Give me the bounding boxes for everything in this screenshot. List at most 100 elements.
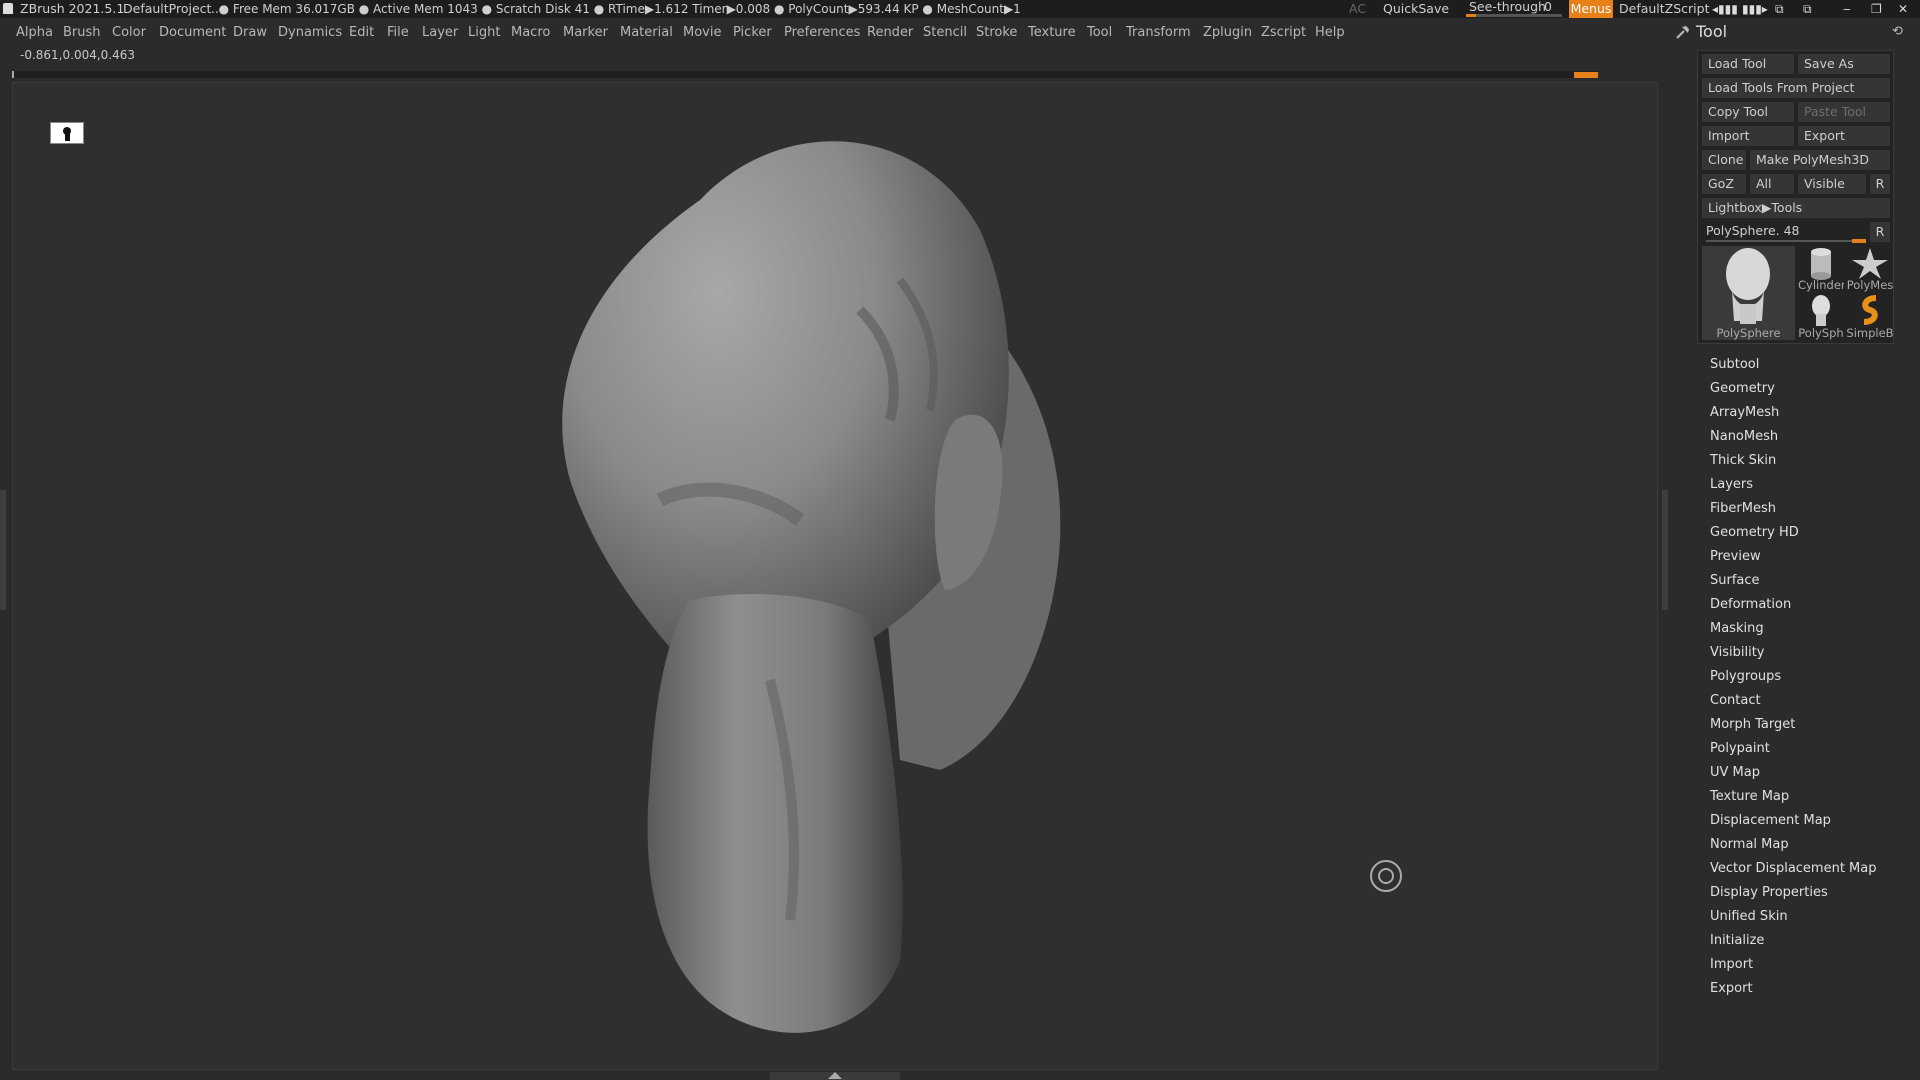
goz-visible-button[interactable]: Visible <box>1798 174 1866 194</box>
palette-close-icon[interactable]: ⟲ <box>1892 24 1906 39</box>
window-arrange-icon[interactable]: ⧉ <box>1775 0 1784 18</box>
subpalette-texture-map[interactable]: Texture Map <box>1710 787 1910 811</box>
polysph-small-thumbnail[interactable]: PolySph <box>1798 294 1844 340</box>
menu-stencil[interactable]: Stencil <box>923 22 967 44</box>
subpalette-initialize[interactable]: Initialize <box>1710 931 1910 955</box>
menu-preferences[interactable]: Preferences <box>784 22 860 44</box>
zscript-name[interactable]: DefaultZScript <box>1619 0 1710 18</box>
left-tray-handle[interactable] <box>0 490 6 610</box>
polysph-small-caption: PolySph <box>1798 326 1844 340</box>
subpalette-import[interactable]: Import <box>1710 955 1910 979</box>
menu-light[interactable]: Light <box>468 22 500 44</box>
menu-brush[interactable]: Brush <box>63 22 101 44</box>
subpalette-thick-skin[interactable]: Thick Skin <box>1710 451 1910 475</box>
see-through-track <box>1466 14 1562 17</box>
subpalette-displacement-map[interactable]: Displacement Map <box>1710 811 1910 835</box>
keyhole-icon[interactable] <box>50 122 84 144</box>
menu-texture[interactable]: Texture <box>1028 22 1076 44</box>
restore-icon[interactable]: ❐ <box>1871 0 1882 18</box>
subpalette-nanomesh[interactable]: NanoMesh <box>1710 427 1910 451</box>
see-through-slider[interactable]: See-through 0 <box>1462 0 1564 18</box>
polysphere-slider-fill <box>1852 239 1866 243</box>
quicksave-button[interactable]: QuickSave <box>1383 0 1449 18</box>
subpalette-deformation[interactable]: Deformation <box>1710 595 1910 619</box>
subpalette-preview[interactable]: Preview <box>1710 547 1910 571</box>
load-tool-button[interactable]: Load Tool <box>1702 54 1794 74</box>
subpalette-export[interactable]: Export <box>1710 979 1910 1003</box>
menu-macro[interactable]: Macro <box>511 22 550 44</box>
goz-button[interactable]: GoZ <box>1702 174 1746 194</box>
subpalette-visibility[interactable]: Visibility <box>1710 643 1910 667</box>
timeline-marker[interactable] <box>1574 72 1598 78</box>
subpalette-normal-map[interactable]: Normal Map <box>1710 835 1910 859</box>
subpalette-morph-target[interactable]: Morph Target <box>1710 715 1910 739</box>
menu-render[interactable]: Render <box>867 22 913 44</box>
menu-draw[interactable]: Draw <box>233 22 267 44</box>
paste-tool-button[interactable]: Paste Tool <box>1798 102 1890 122</box>
window-layout-icon[interactable]: ⧉ <box>1803 0 1812 18</box>
cylinder-thumbnail[interactable]: Cylinder <box>1798 246 1844 292</box>
chevron-up-icon <box>828 1072 842 1079</box>
slider-r-button[interactable]: R <box>1870 222 1890 242</box>
menu-color[interactable]: Color <box>112 22 146 44</box>
layout-next-icon[interactable]: ▮▮▮▸ <box>1742 0 1768 18</box>
menu-movie[interactable]: Movie <box>683 22 721 44</box>
zbrush-app-icon[interactable] <box>3 3 13 14</box>
brush-cursor-icon <box>1370 860 1402 892</box>
menus-button[interactable]: Menus <box>1569 0 1613 18</box>
menu-file[interactable]: File <box>387 22 409 44</box>
subpalette-masking[interactable]: Masking <box>1710 619 1910 643</box>
subpalette-subtool[interactable]: Subtool <box>1710 355 1910 379</box>
tool-palette-header[interactable]: Tool <box>1676 22 1727 44</box>
subpalette-vector-displacement-map[interactable]: Vector Displacement Map <box>1710 859 1910 883</box>
simpleb-caption: SimpleB <box>1846 326 1894 340</box>
subpalette-surface[interactable]: Surface <box>1710 571 1910 595</box>
save-as-button[interactable]: Save As <box>1798 54 1890 74</box>
minimize-icon[interactable]: ‒ <box>1843 0 1851 18</box>
polysphere-slider[interactable]: PolySphere. 48 <box>1702 222 1868 243</box>
simpleb-thumbnail[interactable]: SimpleB <box>1846 294 1894 340</box>
export-button[interactable]: Export <box>1798 126 1890 146</box>
subpalette-unified-skin[interactable]: Unified Skin <box>1710 907 1910 931</box>
menu-edit[interactable]: Edit <box>349 22 374 44</box>
polymesh-thumbnail[interactable]: PolyMes <box>1846 246 1894 292</box>
import-button[interactable]: Import <box>1702 126 1794 146</box>
polysphere-thumbnail[interactable]: PolySphere <box>1702 246 1795 340</box>
menu-zscript[interactable]: Zscript <box>1261 22 1306 44</box>
cursor-coordinates: -0.861,0.004,0.463 <box>20 48 136 62</box>
layout-prev-icon[interactable]: ◂▮▮▮ <box>1712 0 1738 18</box>
make-polymesh3d-button[interactable]: Make PolyMesh3D <box>1750 150 1890 170</box>
menu-material[interactable]: Material <box>620 22 673 44</box>
goz-r-button[interactable]: R <box>1870 174 1890 194</box>
menu-zplugin[interactable]: Zplugin <box>1203 22 1252 44</box>
goz-all-button[interactable]: All <box>1750 174 1794 194</box>
menu-dynamics[interactable]: Dynamics <box>278 22 342 44</box>
menu-marker[interactable]: Marker <box>563 22 608 44</box>
menu-picker[interactable]: Picker <box>733 22 772 44</box>
menu-document[interactable]: Document <box>159 22 226 44</box>
menu-help[interactable]: Help <box>1315 22 1345 44</box>
subpalette-display-properties[interactable]: Display Properties <box>1710 883 1910 907</box>
clone-button[interactable]: Clone <box>1702 150 1746 170</box>
subpalette-geometry-hd[interactable]: Geometry HD <box>1710 523 1910 547</box>
subpalette-contact[interactable]: Contact <box>1710 691 1910 715</box>
close-icon[interactable]: ✕ <box>1898 0 1908 18</box>
subpalette-polypaint[interactable]: Polypaint <box>1710 739 1910 763</box>
subpalette-layers[interactable]: Layers <box>1710 475 1910 499</box>
sculpt-head-model[interactable] <box>540 120 1100 1070</box>
lightbox-tools-button[interactable]: Lightbox▶Tools <box>1702 198 1890 218</box>
subpalette-arraymesh[interactable]: ArrayMesh <box>1710 403 1910 427</box>
load-tools-from-project-button[interactable]: Load Tools From Project <box>1702 78 1890 98</box>
menu-tool[interactable]: Tool <box>1087 22 1112 44</box>
bottom-tray-handle[interactable] <box>770 1072 900 1080</box>
menu-transform[interactable]: Transform <box>1126 22 1191 44</box>
subpalette-polygroups[interactable]: Polygroups <box>1710 667 1910 691</box>
copy-tool-button[interactable]: Copy Tool <box>1702 102 1794 122</box>
menu-layer[interactable]: Layer <box>422 22 458 44</box>
timeline-ruler[interactable] <box>12 71 1598 78</box>
menu-stroke[interactable]: Stroke <box>976 22 1017 44</box>
menu-alpha[interactable]: Alpha <box>16 22 53 44</box>
subpalette-fibermesh[interactable]: FiberMesh <box>1710 499 1910 523</box>
subpalette-geometry[interactable]: Geometry <box>1710 379 1910 403</box>
subpalette-uv-map[interactable]: UV Map <box>1710 763 1910 787</box>
